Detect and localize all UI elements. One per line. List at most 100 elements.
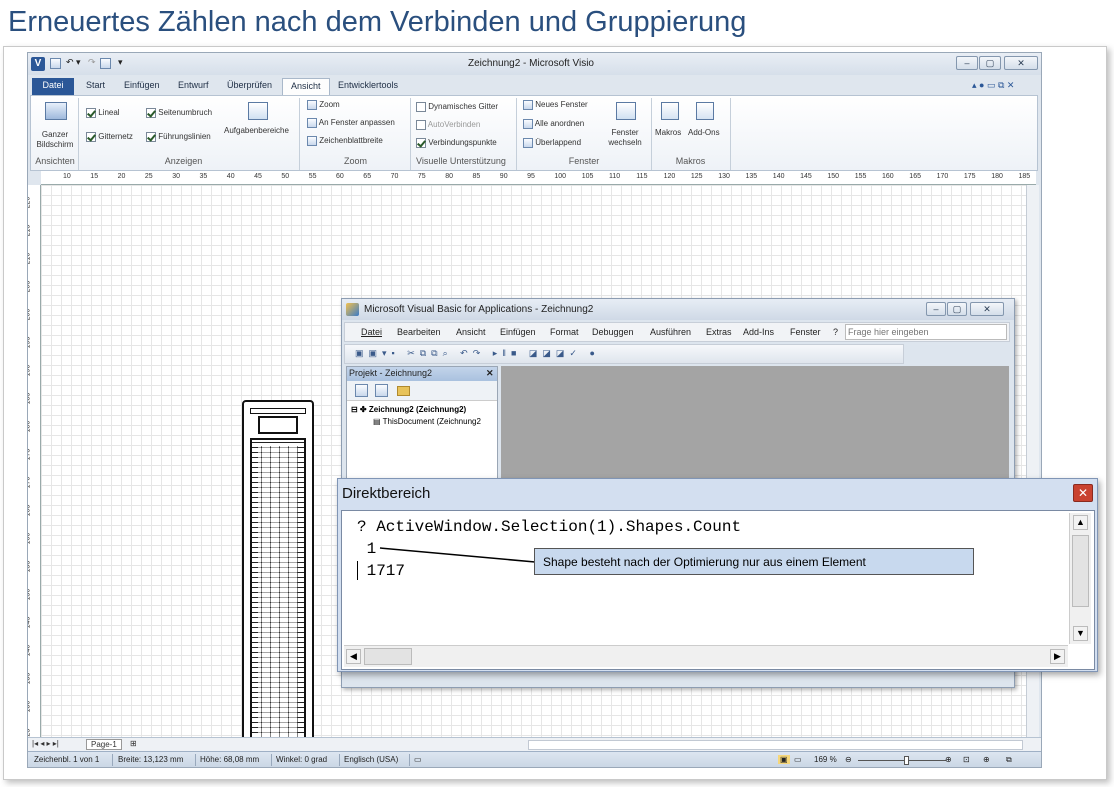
view-object-icon[interactable] [375,384,388,397]
full-screen-icon[interactable] [45,102,67,120]
hscroll-thumb[interactable] [364,648,412,665]
tab-ueberpruefen[interactable]: Überprüfen [219,78,280,95]
horizontal-scrollbar[interactable] [528,740,1023,750]
qat-customize-icon[interactable]: ▾ [118,57,123,68]
vba-menu-fenster[interactable]: Fenster [790,327,821,337]
macros-button[interactable]: Makros [655,128,681,137]
vba-menu-ansicht[interactable]: Ansicht [456,327,486,337]
project-explorer-close-icon[interactable]: ✕ [486,368,494,379]
undo-icon[interactable]: ↶ ▾ [66,57,81,68]
ruler-h-tick-label: 135 [745,173,758,180]
save-icon[interactable] [50,58,61,69]
ruler-v-tick-label: 195 [28,336,32,349]
page-nav-arrows-icon[interactable]: |◂ ◂ ▸ ▸| [32,739,59,748]
zoom-out-icon[interactable]: ⊖ [845,755,852,764]
checkbox-seitenumbruch[interactable]: Seitenumbruch [146,108,212,118]
vba-minimize-button[interactable]: – [926,302,946,316]
switch-window-icon[interactable] [616,102,636,120]
ruler-h-tick-label: 100 [554,173,567,180]
minimize-button[interactable]: – [956,56,978,70]
scroll-up-icon[interactable]: ▲ [1073,515,1088,530]
tab-datei[interactable]: Datei [32,78,74,95]
immediate-hscrollbar[interactable]: ◀ ▶ [344,645,1068,667]
tab-ansicht[interactable]: Ansicht [282,78,330,95]
scroll-down-icon[interactable]: ▼ [1073,626,1088,641]
vba-menu-ausfuehren[interactable]: Ausführen [650,327,691,337]
help-icon[interactable]: ▴ ● ▭ ⧉ ✕ [972,80,1014,91]
vba-toolbar-icons[interactable]: ▣▣▾▪ ✂⧉⧉⌕ ↶↷ ▸‖■ ◪◪◪✓ ● [355,348,600,359]
checkbox-fuehrungslinien[interactable]: Führungslinien [146,132,211,142]
maximize-button[interactable]: ▢ [979,56,1001,70]
page-width-button[interactable]: Zeichenblattbreite [307,136,383,146]
zoom-slider-thumb[interactable] [904,756,909,765]
view-mode-icon[interactable]: ▣ [778,755,790,764]
tab-entwurf[interactable]: Entwurf [170,78,217,95]
cascade-button[interactable]: Überlappend [523,138,581,148]
scroll-thumb[interactable] [1072,535,1089,607]
switch-window-button[interactable]: Fenster wechseln [601,128,649,148]
checkbox-gitternetz[interactable]: Gitternetz [86,132,133,142]
ruler-h-tick-label: 75 [417,173,426,180]
checkbox-connection-points[interactable]: Verbindungspunkte [416,138,497,148]
print-preview-icon[interactable] [100,58,111,69]
macros-icon[interactable] [661,102,679,120]
macro-record-icon[interactable]: ▭ [414,755,422,764]
page-tab[interactable]: Page-1 [86,739,122,750]
callout-text: Shape besteht nach der Optimierung nur a… [543,555,866,569]
checkbox-lineal[interactable]: Lineal [86,108,120,118]
addons-icon[interactable] [696,102,714,120]
redo-icon[interactable]: ↷ [88,57,96,68]
fit-window-button[interactable]: An Fenster anpassen [307,118,395,128]
arrange-all-button[interactable]: Alle anordnen [523,119,584,129]
task-panes-icon[interactable] [248,102,268,120]
checkbox-autoconnect[interactable]: AutoVerbinden [416,120,480,130]
vba-menu-datei[interactable]: Datei [361,327,382,337]
pan-zoom-icon[interactable]: ⊕ [983,755,990,764]
tree-child[interactable]: ▤ ThisDocument (Zeichnung2 [373,417,481,426]
ruler-h-tick-label: 150 [827,173,840,180]
presentation-icon[interactable]: ▭ [794,755,802,764]
addons-button[interactable]: Add-Ons [688,128,720,137]
tab-start[interactable]: Start [78,78,113,95]
connector-shape[interactable] [242,400,314,767]
new-window-button[interactable]: Neues Fenster [523,100,588,110]
view-code-icon[interactable] [355,384,368,397]
toggle-folders-icon[interactable] [397,386,410,396]
immediate-text-area[interactable]: ? ActiveWindow.Selection(1).Shapes.Count… [341,510,1095,670]
vba-close-button[interactable]: ✕ [970,302,1004,316]
zoom-slider[interactable] [858,760,946,761]
zoom-button[interactable]: Zoom [307,100,340,110]
tab-entwicklertools[interactable]: Entwicklertools [330,78,406,95]
vba-menu-addins[interactable]: Add-Ins [743,327,774,337]
vba-menu-extras[interactable]: Extras [706,327,732,337]
immediate-close-button[interactable]: ✕ [1073,484,1093,502]
group-label-ansichten: Ansichten [35,156,75,166]
ruler-h-tick-label: 15 [90,173,99,180]
horizontal-ruler: 10 15 20 25 30 35 40 45 50 55 60 65 70 75 80 85 90 95 100 1… [41,171,1036,185]
tree-root[interactable]: ⊟ ✤ Zeichnung2 (Zeichnung2) [351,405,466,414]
vba-help-search-input[interactable] [845,324,1007,340]
insert-page-icon[interactable]: ⊞ [130,739,137,748]
ruler-h-tick-label: 20 [117,173,126,180]
close-button[interactable]: ✕ [1004,56,1038,70]
switch-windows-icon[interactable]: ⧉ [1006,755,1012,765]
scroll-left-icon[interactable]: ◀ [346,649,361,664]
ruler-h-tick-label: 130 [718,173,730,180]
vba-menu-format[interactable]: Format [550,327,579,337]
task-panes-button[interactable]: Aufgabenbereiche [224,126,289,135]
zoom-in-icon[interactable]: ⊕ [945,755,952,764]
tab-einfuegen[interactable]: Einfügen [116,78,168,95]
status-height: Höhe: 68,08 mm [200,755,260,764]
fit-page-icon[interactable]: ⊡ [963,755,970,764]
vba-menu-einfuegen[interactable]: Einfügen [500,327,536,337]
immediate-line-1: ? ActiveWindow.Selection(1).Shapes.Count [357,518,742,536]
vba-maximize-button[interactable]: ▢ [947,302,967,316]
immediate-vscrollbar[interactable]: ▲ ▼ [1069,513,1091,644]
visio-logo-icon: V [31,57,45,71]
vba-menu-bearbeiten[interactable]: Bearbeiten [397,327,441,337]
vba-menu-debuggen[interactable]: Debuggen [592,327,634,337]
vba-menu-help[interactable]: ? [833,327,838,337]
checkbox-dynamic-grid[interactable]: Dynamisches Gitter [416,102,498,112]
scroll-right-icon[interactable]: ▶ [1050,649,1065,664]
full-screen-button[interactable]: Ganzer Bildschirm [34,130,76,150]
